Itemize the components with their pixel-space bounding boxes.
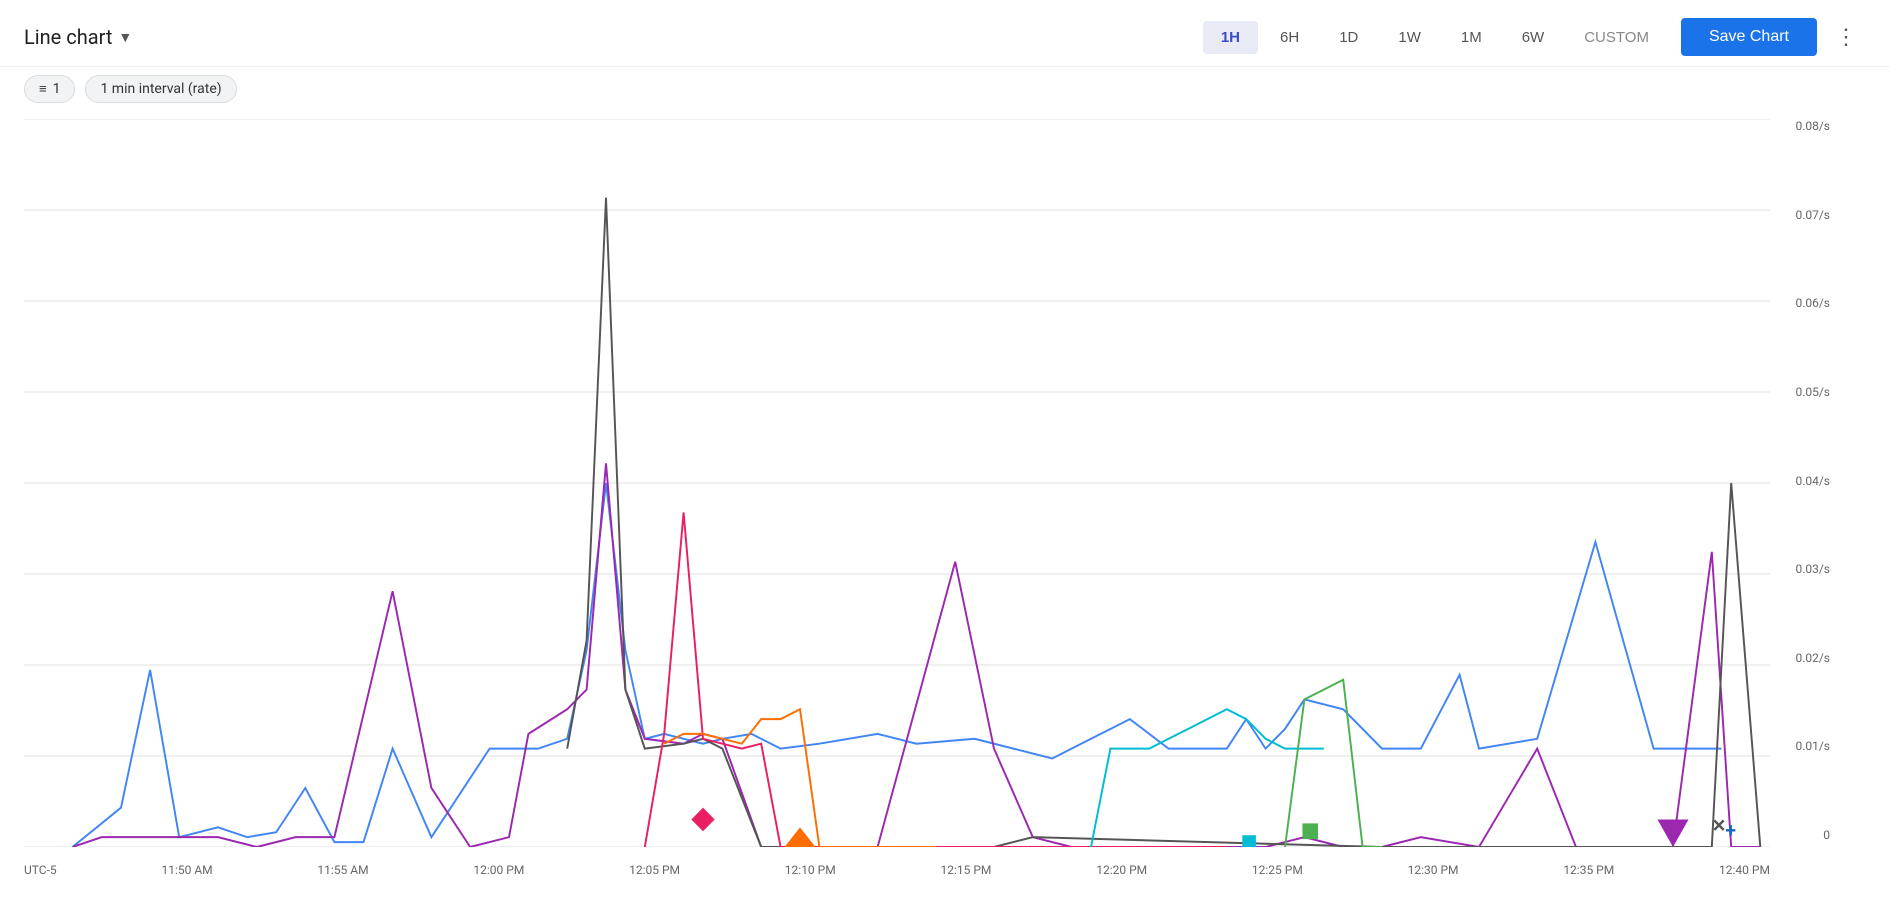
time-btn-6h[interactable]: 6H <box>1262 21 1317 54</box>
time-btn-1m[interactable]: 1M <box>1443 21 1500 54</box>
save-chart-button[interactable]: Save Chart <box>1681 18 1817 56</box>
time-controls: 1H 6H 1D 1W 1M 6W CUSTOM Save Chart ⋮ <box>1203 18 1866 56</box>
y-label-0: 0 <box>1823 828 1830 842</box>
x-label-1215: 12:15 PM <box>941 863 992 877</box>
time-btn-custom[interactable]: CUSTOM <box>1566 21 1667 54</box>
chart-area: ✕ + 0.08/s 0.07/s 0.06/s 0.05/s 0.04/s 0… <box>0 109 1890 917</box>
chart-title[interactable]: Line chart ▼ <box>24 25 132 49</box>
x-label-1220: 12:20 PM <box>1096 863 1147 877</box>
x-label-1240: 12:40 PM <box>1719 863 1770 877</box>
interval-label: 1 min interval (rate) <box>100 81 221 97</box>
sub-header: ≡ 1 1 min interval (rate) <box>0 67 1890 109</box>
y-label-7: 0.07/s <box>1795 208 1830 222</box>
interval-chip[interactable]: 1 min interval (rate) <box>85 75 236 103</box>
y-label-2: 0.02/s <box>1795 651 1830 665</box>
marker-triangle-up <box>1657 819 1688 847</box>
marker-diamond <box>691 808 714 832</box>
y-axis-labels: 0.08/s 0.07/s 0.06/s 0.05/s 0.04/s 0.03/… <box>1795 119 1830 847</box>
x-label-1230: 12:30 PM <box>1408 863 1459 877</box>
x-label-1205: 12:05 PM <box>629 863 680 877</box>
header: Line chart ▼ 1H 6H 1D 1W 1M 6W CUSTOM Sa… <box>0 0 1890 67</box>
time-btn-1d[interactable]: 1D <box>1321 21 1376 54</box>
x-label-1210: 12:10 PM <box>785 863 836 877</box>
time-btn-1w[interactable]: 1W <box>1380 21 1439 54</box>
marker-square <box>1302 823 1318 839</box>
chart-svg: ✕ + <box>24 119 1770 847</box>
time-btn-1h[interactable]: 1H <box>1203 21 1258 54</box>
filter-icon: ≡ <box>39 81 47 97</box>
filter-count: 1 <box>53 81 61 97</box>
chart-type-dropdown-arrow: ▼ <box>118 29 132 46</box>
marker-teal-square <box>1242 835 1256 847</box>
chart-title-text: Line chart <box>24 25 112 49</box>
time-btn-6w[interactable]: 6W <box>1504 21 1563 54</box>
x-label-1235: 12:35 PM <box>1563 863 1614 877</box>
x-label-1225: 12:25 PM <box>1252 863 1303 877</box>
x-label-utc: UTC-5 <box>24 863 57 877</box>
y-label-4: 0.04/s <box>1795 474 1830 488</box>
y-label-8: 0.08/s <box>1795 119 1830 133</box>
marker-x: ✕ <box>1712 816 1727 836</box>
more-options-button[interactable]: ⋮ <box>1827 20 1866 54</box>
y-label-6: 0.06/s <box>1795 296 1830 310</box>
x-label-1150: 11:50 AM <box>161 863 212 877</box>
y-label-3: 0.03/s <box>1795 562 1830 576</box>
x-label-1200: 12:00 PM <box>473 863 524 877</box>
filter-chip[interactable]: ≡ 1 <box>24 75 75 103</box>
marker-triangle-down <box>784 827 815 847</box>
marker-plus: + <box>1725 819 1736 842</box>
y-label-1: 0.01/s <box>1795 739 1830 753</box>
y-label-5: 0.05/s <box>1795 385 1830 399</box>
x-label-1155: 11:55 AM <box>317 863 368 877</box>
chart-container: ✕ + 0.08/s 0.07/s 0.06/s 0.05/s 0.04/s 0… <box>24 119 1830 877</box>
x-axis-labels: UTC-5 11:50 AM 11:55 AM 12:00 PM 12:05 P… <box>24 858 1770 877</box>
